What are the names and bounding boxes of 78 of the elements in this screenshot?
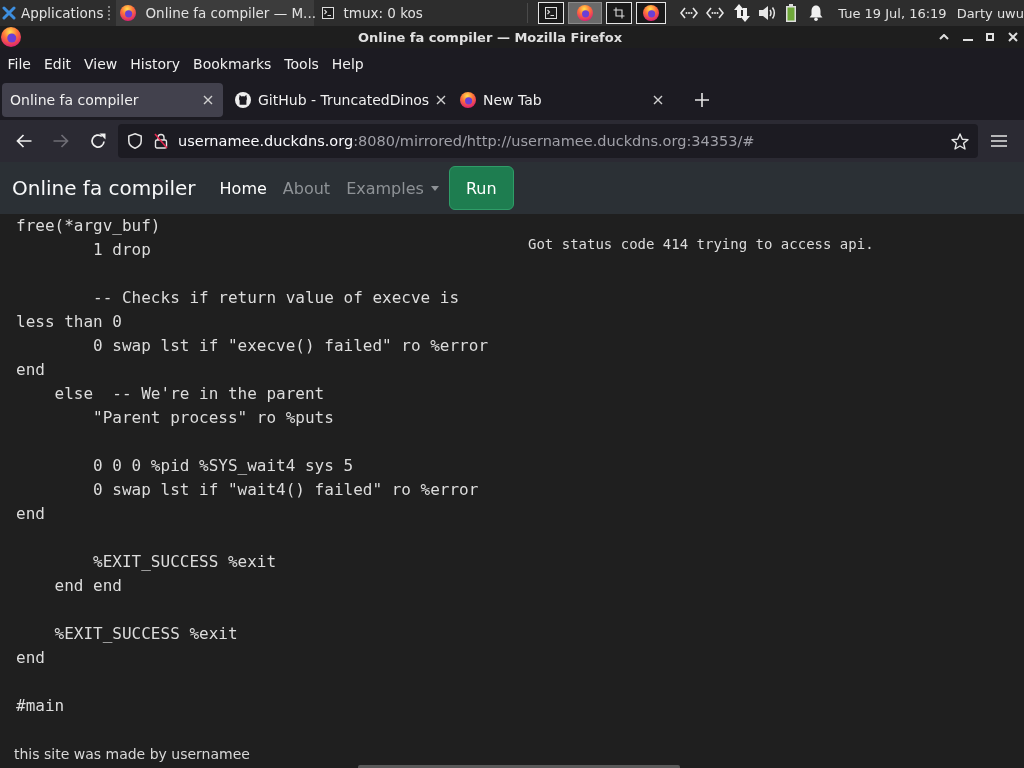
code-line: "Parent process" ro %puts [93, 407, 334, 429]
applications-menu[interactable]: Applications [0, 0, 107, 26]
code-line: 0 swap lst if "wait4() failed" ro %error [93, 479, 479, 501]
code-line: 1 drop [93, 239, 151, 261]
maximize-icon[interactable] [986, 33, 994, 41]
browser-tab[interactable]: New Tab [452, 83, 673, 117]
code-line: %EXIT_SUCCESS %exit [93, 551, 277, 573]
workspace-button[interactable] [568, 2, 603, 24]
browser-tab[interactable]: Online fa compiler [2, 83, 223, 117]
menu-icon[interactable] [991, 135, 1007, 147]
star-icon[interactable] [951, 132, 969, 150]
menu-item[interactable]: Help [325, 54, 371, 74]
nav-link[interactable]: About [274, 178, 339, 198]
run-button[interactable]: Run [448, 166, 514, 210]
x-logo-icon [2, 6, 16, 20]
menu-item[interactable]: Edit [37, 54, 78, 74]
scrollbar-thumb[interactable] [358, 765, 680, 768]
menu-item[interactable]: View [77, 54, 124, 74]
menu-item[interactable]: History [123, 54, 187, 74]
terminal-icon [322, 7, 335, 19]
applications-label: Applications [21, 5, 104, 21]
code-line: else -- We're in the parent [54, 383, 325, 405]
crossed-lock-icon[interactable] [154, 133, 168, 149]
browser-logo-icon [1, 27, 21, 47]
new-tab-icon[interactable] [695, 93, 709, 107]
tab-label: GitHub - TruncatedDinos [258, 92, 430, 108]
close-icon[interactable] [203, 95, 213, 105]
code-line: free(*argv_buf) [16, 215, 161, 237]
transfer-arrows-icon[interactable] [734, 4, 751, 22]
close-icon[interactable] [1008, 32, 1018, 42]
crop-icon [613, 7, 626, 19]
chevron-up-icon[interactable] [939, 34, 949, 40]
browser-logo-icon [643, 5, 660, 21]
menu-item[interactable]: File [1, 54, 38, 74]
user-name[interactable]: Darty uwu [956, 5, 1024, 21]
footer-text: this site was made by usernamee [14, 746, 250, 762]
browser-tab[interactable]: GitHub - TruncatedDinos [227, 83, 448, 117]
code-line: end [16, 359, 45, 381]
clock: Tue 19 Jul, 16:19 [838, 5, 947, 21]
menu-item[interactable]: Tools [277, 54, 326, 74]
reload-icon[interactable] [90, 133, 106, 149]
window-title: Online fa compiler — Mozilla Firefox [357, 29, 623, 45]
volume-icon[interactable] [759, 5, 778, 21]
battery-icon[interactable] [786, 4, 797, 22]
code-line: #main [16, 695, 65, 717]
close-icon[interactable] [436, 95, 447, 105]
status-message: Got status code 414 trying to access api. [528, 235, 874, 253]
bell-icon[interactable] [808, 5, 825, 21]
code-line: end [16, 503, 45, 525]
browser-logo-icon [460, 92, 476, 108]
code-line: end [16, 647, 45, 669]
tab-label: Online fa compiler [10, 92, 140, 108]
cat-icon [235, 92, 251, 108]
code-line: less than 0 [16, 311, 122, 333]
code-line: %EXIT_SUCCESS %exit [54, 623, 238, 645]
code-line: -- Checks if return value of execve is [93, 287, 460, 309]
code-line: end end [54, 575, 122, 597]
menu-item[interactable]: Bookmarks [186, 54, 278, 74]
window-title: tmux: 0 kos [343, 5, 423, 21]
nav-link[interactable]: Home [211, 178, 275, 198]
tab-label: New Tab [483, 92, 543, 108]
nav-link[interactable]: Examples [338, 178, 447, 198]
browser-logo-icon [120, 5, 137, 21]
terminal-icon [545, 7, 558, 19]
taskbar-window-button[interactable]: Online fa compiler — M... [116, 0, 315, 26]
url-field[interactable]: usernamee.duckdns.org:8080/mirrored/http://usernamee.duckdns.org:34353/# [118, 124, 978, 158]
url-text: usernamee.duckdns.org:8080/mirrored/http://usernamee.duckdns.org:34353/# [178, 133, 756, 149]
window-title: Online fa compiler — M... [145, 5, 316, 21]
browser-logo-icon [577, 5, 594, 21]
network-icon[interactable] [680, 7, 699, 19]
site-brand[interactable]: Online fa compiler [12, 176, 196, 200]
taskbar-window-button[interactable]: tmux: 0 kos [318, 0, 516, 26]
network-icon[interactable] [706, 7, 725, 19]
code-line: 0 swap lst if "execve() failed" ro %error [93, 335, 488, 357]
code-line: 0 0 0 %pid %SYS_wait4 sys 5 [93, 455, 354, 477]
shield-icon[interactable] [128, 133, 142, 149]
back-arrow-icon[interactable] [16, 134, 32, 148]
close-icon[interactable] [653, 95, 663, 105]
